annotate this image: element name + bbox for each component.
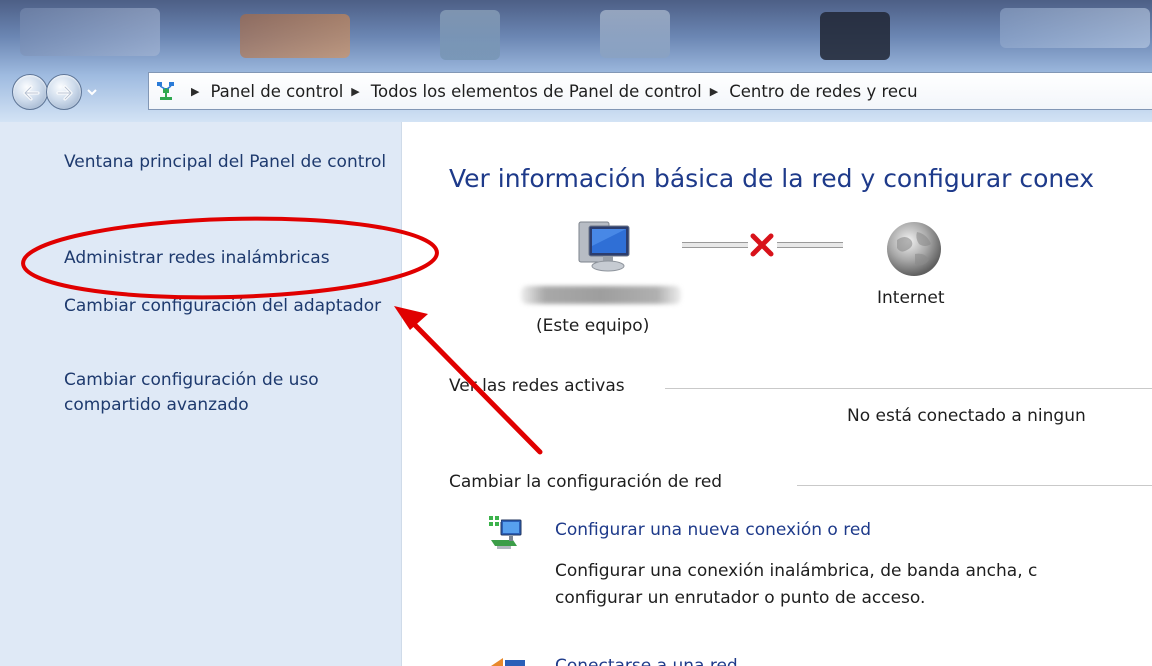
description-line: configurar un enrutador o punto de acces… [555,588,926,608]
description-line: Configurar una conexión inalámbrica, de … [555,561,1038,581]
section-divider [797,485,1152,486]
navigation-buttons [12,72,148,112]
change-settings-heading: Cambiar la configuración de red [449,472,723,492]
red-x-icon[interactable] [747,230,777,260]
background-glass [600,10,670,58]
forward-button[interactable] [46,74,82,110]
sidebar-link-control-panel-home[interactable]: Ventana principal del Panel de control [64,150,394,175]
breadcrumb-item-all-items[interactable]: Todos los elementos de Panel de control [369,82,704,101]
section-divider [665,388,1152,389]
back-button[interactable] [12,74,48,110]
connect-network-link[interactable]: Conectarse a una red [555,652,738,666]
background-glass [20,8,160,56]
title-bar: ▶ Panel de control ▶ Todos los elementos… [0,0,1152,122]
computer-icon[interactable] [573,220,635,276]
task-pane: Ventana principal del Panel de control A… [0,122,402,666]
new-connection-description: Configurar una conexión inalámbrica, de … [555,558,1152,612]
background-glass [1000,8,1150,48]
page-title: Ver información básica de la red y confi… [449,164,1094,193]
background-glass [440,10,500,60]
network-icon [157,82,174,100]
network-status-text: No está conectado a ningun [847,406,1086,426]
connect-network-icon[interactable] [487,652,527,666]
sidebar-link-adapter-settings[interactable]: Cambiar configuración del adaptador [64,294,394,319]
main-content: Ver información básica de la red y confi… [403,122,1152,666]
active-networks-heading: Ver las redes activas [449,376,625,396]
breadcrumb-item-panel[interactable]: Panel de control [208,82,345,101]
connection-line [777,242,843,248]
this-computer-label: (Este equipo) [536,316,650,336]
forward-arrow-icon [56,85,73,101]
address-bar[interactable]: ▶ Panel de control ▶ Todos los elementos… [148,72,1152,110]
breadcrumb-separator-icon[interactable]: ▶ [351,85,359,98]
sidebar-link-sharing-settings[interactable]: Cambiar configuración de uso compartido … [64,368,394,418]
new-connection-icon[interactable] [487,514,527,554]
new-connection-link[interactable]: Configurar una nueva conexión o red [555,520,871,540]
breadcrumb-separator-icon[interactable]: ▶ [191,85,199,98]
background-glass [240,14,350,58]
background-glass [820,12,890,60]
connection-line [682,242,748,248]
back-arrow-icon [23,85,40,101]
globe-icon[interactable] [885,220,943,278]
computer-name-blurred [521,286,681,304]
internet-label: Internet [877,288,945,308]
sidebar-link-manage-wireless[interactable]: Administrar redes inalámbricas [64,246,394,271]
breadcrumb-item-network-center[interactable]: Centro de redes y recu [727,82,919,101]
chevron-down-icon[interactable] [86,84,98,100]
breadcrumb-separator-icon[interactable]: ▶ [710,85,718,98]
